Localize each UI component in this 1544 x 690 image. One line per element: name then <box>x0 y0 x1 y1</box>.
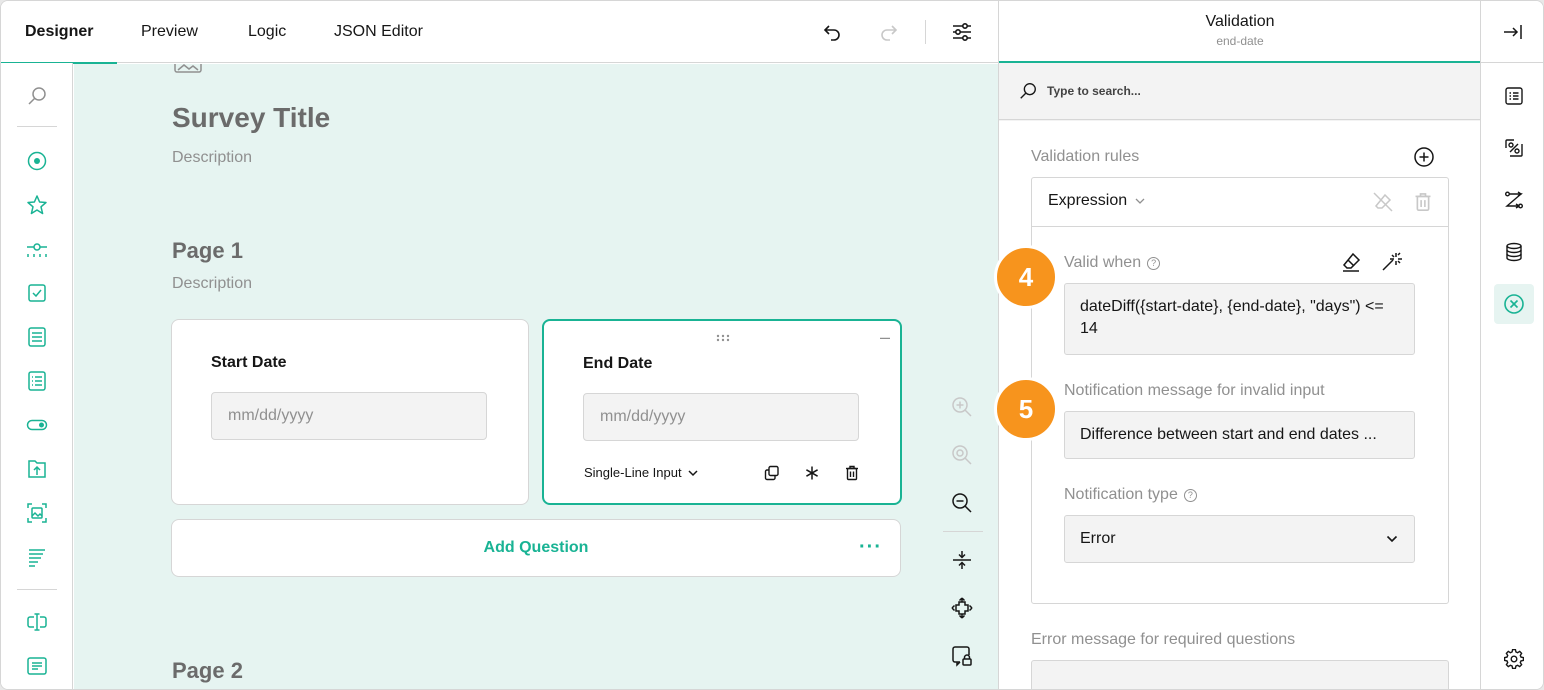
page-2-title[interactable]: Page 2 <box>172 658 243 684</box>
search-icon[interactable] <box>25 84 49 108</box>
design-canvas: Survey Title Description Page 1 Descript… <box>74 64 998 689</box>
date-input: mm/dd/yyyy <box>583 393 859 441</box>
toolbox-divider <box>17 589 57 590</box>
notification-message-input[interactable]: Difference between start and end dates .… <box>1064 411 1415 459</box>
undo-icon[interactable] <box>820 20 844 44</box>
survey-title[interactable]: Survey Title <box>172 102 330 134</box>
slider-icon[interactable] <box>25 238 49 262</box>
eraser-icon[interactable] <box>1339 250 1363 274</box>
tab-designer[interactable]: Designer <box>1 1 119 64</box>
settings-gear-icon[interactable] <box>1494 639 1534 679</box>
notification-type-value: Error <box>1080 530 1116 547</box>
duplicate-icon[interactable] <box>762 463 782 483</box>
validation-rule-item: Expression Valid when? dateDiff({start-d… <box>1031 177 1449 604</box>
chevron-down-icon <box>1386 535 1398 543</box>
valid-when-label: Valid when? <box>1064 254 1161 272</box>
property-grid-header: Validation end-date <box>999 1 1481 63</box>
question-card-start-date[interactable]: Start Date mm/dd/yyyy <box>171 319 529 505</box>
toolbox <box>1 63 73 689</box>
property-search-input[interactable] <box>1047 79 1447 103</box>
lock-question-icon[interactable] <box>950 644 974 668</box>
delete-icon[interactable] <box>842 463 862 483</box>
logo-placeholder-icon[interactable] <box>174 64 202 85</box>
logic-icon[interactable] <box>1494 128 1534 168</box>
drag-handle-icon[interactable] <box>716 329 730 347</box>
toolbox-divider <box>17 126 57 127</box>
zoom-in-icon[interactable] <box>950 395 974 419</box>
page-1-description[interactable]: Description <box>172 275 252 293</box>
more-options-icon[interactable]: ··· <box>859 536 882 559</box>
boolean-toggle-icon[interactable] <box>25 413 49 437</box>
general-icon[interactable] <box>1494 76 1534 116</box>
required-asterisk-icon[interactable] <box>802 463 822 483</box>
dropdown-icon[interactable] <box>25 325 49 349</box>
survey-creator: Designer Preview Logic JSON Editor Surve… <box>0 0 1544 690</box>
validation-rule-header: Expression <box>1032 178 1448 227</box>
multi-select-dropdown-icon[interactable] <box>25 369 49 393</box>
page-1-title[interactable]: Page 1 <box>172 238 243 264</box>
magic-wand-icon[interactable] <box>1379 250 1403 274</box>
collapse-icon[interactable]: – <box>880 327 890 348</box>
step-badge-4: 4 <box>994 245 1058 309</box>
long-text-icon[interactable] <box>25 654 49 678</box>
single-line-input-icon[interactable] <box>25 610 49 634</box>
help-icon[interactable]: ? <box>1147 256 1161 270</box>
question-title[interactable]: Start Date <box>211 354 287 372</box>
search-icon <box>1018 81 1038 106</box>
required-error-label: Error message for required questions <box>1031 631 1296 648</box>
rating-icon[interactable] <box>25 193 49 217</box>
property-search <box>999 63 1481 120</box>
delete-rule-icon[interactable] <box>1411 190 1435 214</box>
question-card-end-date[interactable]: – End Date mm/dd/yyyy Single-Line Input <box>542 319 902 505</box>
add-question-button[interactable]: Add Question <box>172 520 900 576</box>
tab-logic[interactable]: Logic <box>248 1 286 63</box>
survey-description[interactable]: Description <box>172 149 252 167</box>
rule-type-label: Expression <box>1048 192 1128 209</box>
add-question-bar: Add Question ··· <box>171 519 901 577</box>
add-rule-icon[interactable] <box>1412 145 1436 169</box>
valid-when-expression[interactable]: dateDiff({start-date}, {end-date}, "days… <box>1064 283 1415 355</box>
question-title[interactable]: End Date <box>583 355 652 373</box>
image-picker-icon[interactable] <box>25 501 49 525</box>
panel-subtitle: end-date <box>1216 34 1264 48</box>
zoom-divider <box>943 531 983 532</box>
step-badge-5: 5 <box>994 377 1058 441</box>
settings-sliders-icon[interactable] <box>950 20 974 44</box>
radio-group-icon[interactable] <box>25 149 49 173</box>
notification-message-label: Notification message for invalid input <box>1064 382 1325 399</box>
top-toolbar: Designer Preview Logic JSON Editor <box>1 1 998 64</box>
toolbar-divider <box>925 20 926 44</box>
property-grid: Validation end-date Validation rules Exp… <box>998 1 1481 689</box>
data-icon[interactable] <box>1494 232 1534 272</box>
question-type-label: Single-Line Input <box>584 465 682 480</box>
collapse-all-icon[interactable] <box>950 548 974 572</box>
validation-icon[interactable] <box>1494 284 1534 324</box>
tab-json-editor[interactable]: JSON Editor <box>334 1 423 63</box>
clear-rule-icon[interactable] <box>1371 190 1395 214</box>
property-categories-sidebar <box>1480 1 1543 689</box>
notification-type-dropdown[interactable]: Error <box>1064 515 1415 563</box>
checkbox-icon[interactable] <box>25 281 49 305</box>
navigation-icon[interactable] <box>1494 180 1534 220</box>
question-type-selector[interactable]: Single-Line Input <box>584 465 698 480</box>
required-error-input[interactable] <box>1031 660 1449 689</box>
date-input: mm/dd/yyyy <box>211 392 487 440</box>
tab-preview[interactable]: Preview <box>141 1 198 63</box>
redo-icon[interactable] <box>877 20 901 44</box>
panel-title: Validation <box>1205 13 1275 30</box>
ranking-icon[interactable] <box>25 545 49 569</box>
help-icon[interactable]: ? <box>1183 488 1197 502</box>
chevron-down-icon <box>688 469 698 476</box>
zoom-out-icon[interactable] <box>950 491 974 515</box>
zoom-reset-icon[interactable] <box>950 443 974 467</box>
collapse-panel-icon[interactable] <box>1481 1 1543 63</box>
property-panel-body: Validation rules Expression Valid when ?… <box>999 121 1481 689</box>
expand-all-icon[interactable] <box>950 596 974 620</box>
file-upload-icon[interactable] <box>25 457 49 481</box>
validation-rules-label: Validation rules <box>1031 148 1140 165</box>
chevron-down-icon <box>1135 198 1145 204</box>
notification-type-label: Notification type? <box>1064 486 1197 504</box>
rule-type-dropdown[interactable]: Expression <box>1048 192 1145 210</box>
